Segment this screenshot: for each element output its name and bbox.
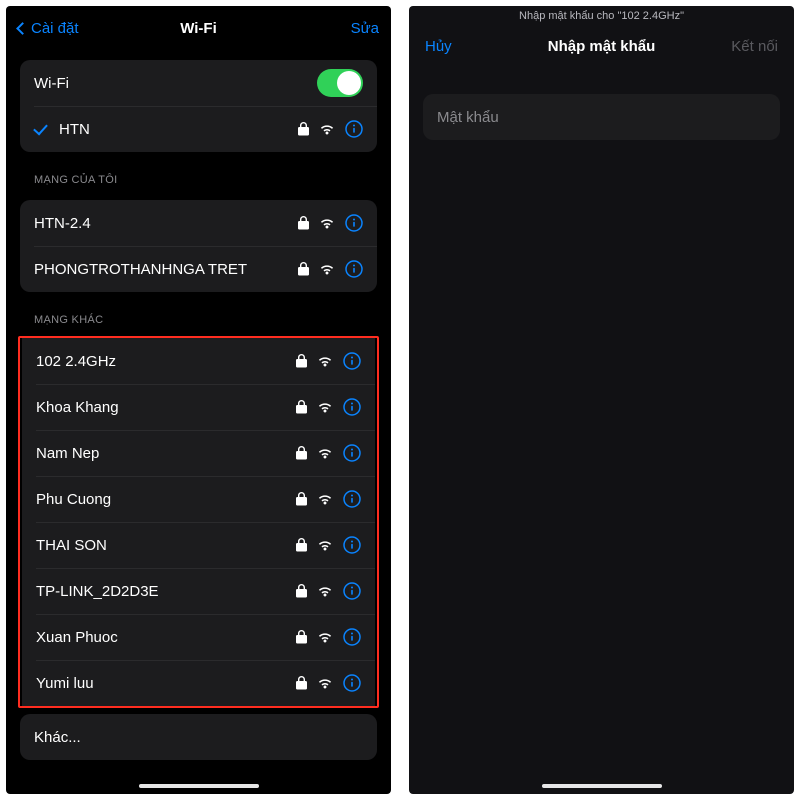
network-name: TP-LINK_2D2D3E xyxy=(36,583,296,600)
network-name: Khoa Khang xyxy=(36,399,296,416)
chevron-left-icon xyxy=(16,22,29,35)
connected-network-name: HTN xyxy=(59,121,298,138)
wifi-signal-icon xyxy=(319,123,335,135)
lock-icon xyxy=(296,676,307,690)
wifi-signal-icon xyxy=(317,355,333,367)
network-row[interactable]: PHONGTROTHANHNGA TRET xyxy=(20,246,377,292)
lock-icon xyxy=(296,446,307,460)
other-network-row[interactable]: Khác... xyxy=(20,714,377,760)
wifi-signal-icon xyxy=(317,631,333,643)
info-icon[interactable] xyxy=(345,120,363,138)
connected-network-row[interactable]: HTN xyxy=(20,106,377,152)
wifi-settings-screen: Cài đặt Wi-Fi Sửa Wi-Fi HTN MẠNG CỦA TÔI xyxy=(6,6,391,794)
network-name: Yumi luu xyxy=(36,675,296,692)
lock-icon xyxy=(298,216,309,230)
nav-bar: Cài đặt Wi-Fi Sửa xyxy=(6,6,391,50)
network-row[interactable]: Nam Nep xyxy=(22,430,375,476)
network-row[interactable]: Xuan Phuoc xyxy=(22,614,375,660)
network-name: Nam Nep xyxy=(36,445,296,462)
info-icon[interactable] xyxy=(343,536,361,554)
network-name: HTN-2.4 xyxy=(34,215,298,232)
sheet-nav: Hủy Nhập mật khẩu Kết nối xyxy=(409,24,794,68)
info-icon[interactable] xyxy=(345,260,363,278)
info-icon[interactable] xyxy=(343,490,361,508)
cancel-label: Hủy xyxy=(425,38,452,55)
other-networks-group: 102 2.4GHz Khoa Khang Nam Nep Phu Cuong THAI… xyxy=(22,338,375,706)
info-icon[interactable] xyxy=(345,214,363,232)
other-row-group: Khác... xyxy=(20,714,377,760)
wifi-signal-icon xyxy=(317,447,333,459)
lock-icon xyxy=(296,538,307,552)
info-icon[interactable] xyxy=(343,628,361,646)
wifi-signal-icon xyxy=(319,263,335,275)
lock-icon xyxy=(298,122,309,136)
lock-icon xyxy=(296,400,307,414)
highlight-box: 102 2.4GHz Khoa Khang Nam Nep Phu Cuong THAI… xyxy=(18,336,379,708)
network-name: THAI SON xyxy=(36,537,296,554)
network-row[interactable]: Yumi luu xyxy=(22,660,375,706)
my-networks-group: HTN-2.4 PHONGTROTHANHNGA TRET xyxy=(20,200,377,292)
info-icon[interactable] xyxy=(343,444,361,462)
lock-icon xyxy=(298,262,309,276)
edit-button[interactable]: Sửa xyxy=(351,20,379,37)
password-placeholder: Mật khẩu xyxy=(437,109,499,126)
network-name: PHONGTROTHANHNGA TRET xyxy=(34,261,298,278)
network-row[interactable]: Khoa Khang xyxy=(22,384,375,430)
network-row[interactable]: TP-LINK_2D2D3E xyxy=(22,568,375,614)
wifi-toggle-row[interactable]: Wi-Fi xyxy=(20,60,377,106)
wifi-signal-icon xyxy=(317,493,333,505)
network-name: Phu Cuong xyxy=(36,491,296,508)
cancel-button[interactable]: Hủy xyxy=(425,38,452,55)
lock-icon xyxy=(296,630,307,644)
network-row[interactable]: THAI SON xyxy=(22,522,375,568)
home-indicator[interactable] xyxy=(542,784,662,788)
network-row[interactable]: Phu Cuong xyxy=(22,476,375,522)
network-name: Xuan Phuoc xyxy=(36,629,296,646)
password-entry-screen: Nhập mật khẩu cho "102 2.4GHz" Hủy Nhập … xyxy=(409,6,794,794)
sheet-subtitle: Nhập mật khẩu cho "102 2.4GHz" xyxy=(409,6,794,24)
info-icon[interactable] xyxy=(343,582,361,600)
password-field[interactable]: Mật khẩu xyxy=(423,94,780,140)
wifi-scroll-content: Wi-Fi HTN MẠNG CỦA TÔI HTN-2.4 xyxy=(6,50,391,794)
wifi-toggle-group: Wi-Fi HTN xyxy=(20,60,377,152)
join-button[interactable]: Kết nối xyxy=(731,38,778,55)
lock-icon xyxy=(296,584,307,598)
wifi-signal-icon xyxy=(317,539,333,551)
wifi-signal-icon xyxy=(317,401,333,413)
wifi-switch-on[interactable] xyxy=(317,69,363,97)
wifi-signal-icon xyxy=(319,217,335,229)
sheet-title: Nhập mật khẩu xyxy=(548,38,656,55)
wifi-signal-icon xyxy=(317,585,333,597)
info-icon[interactable] xyxy=(343,674,361,692)
lock-icon xyxy=(296,354,307,368)
back-button[interactable]: Cài đặt xyxy=(18,20,79,37)
network-name: 102 2.4GHz xyxy=(36,353,296,370)
checkmark-icon xyxy=(33,120,48,135)
lock-icon xyxy=(296,492,307,506)
screen-title: Wi-Fi xyxy=(180,20,217,37)
wifi-signal-icon xyxy=(317,677,333,689)
my-networks-header: MẠNG CỦA TÔI xyxy=(16,152,381,190)
wifi-toggle-label: Wi-Fi xyxy=(34,75,317,92)
network-row[interactable]: HTN-2.4 xyxy=(20,200,377,246)
home-indicator[interactable] xyxy=(139,784,259,788)
other-networks-header: MẠNG KHÁC xyxy=(16,292,381,330)
back-label: Cài đặt xyxy=(31,20,79,37)
info-icon[interactable] xyxy=(343,352,361,370)
network-row[interactable]: 102 2.4GHz xyxy=(22,338,375,384)
other-label: Khác... xyxy=(34,729,363,746)
info-icon[interactable] xyxy=(343,398,361,416)
